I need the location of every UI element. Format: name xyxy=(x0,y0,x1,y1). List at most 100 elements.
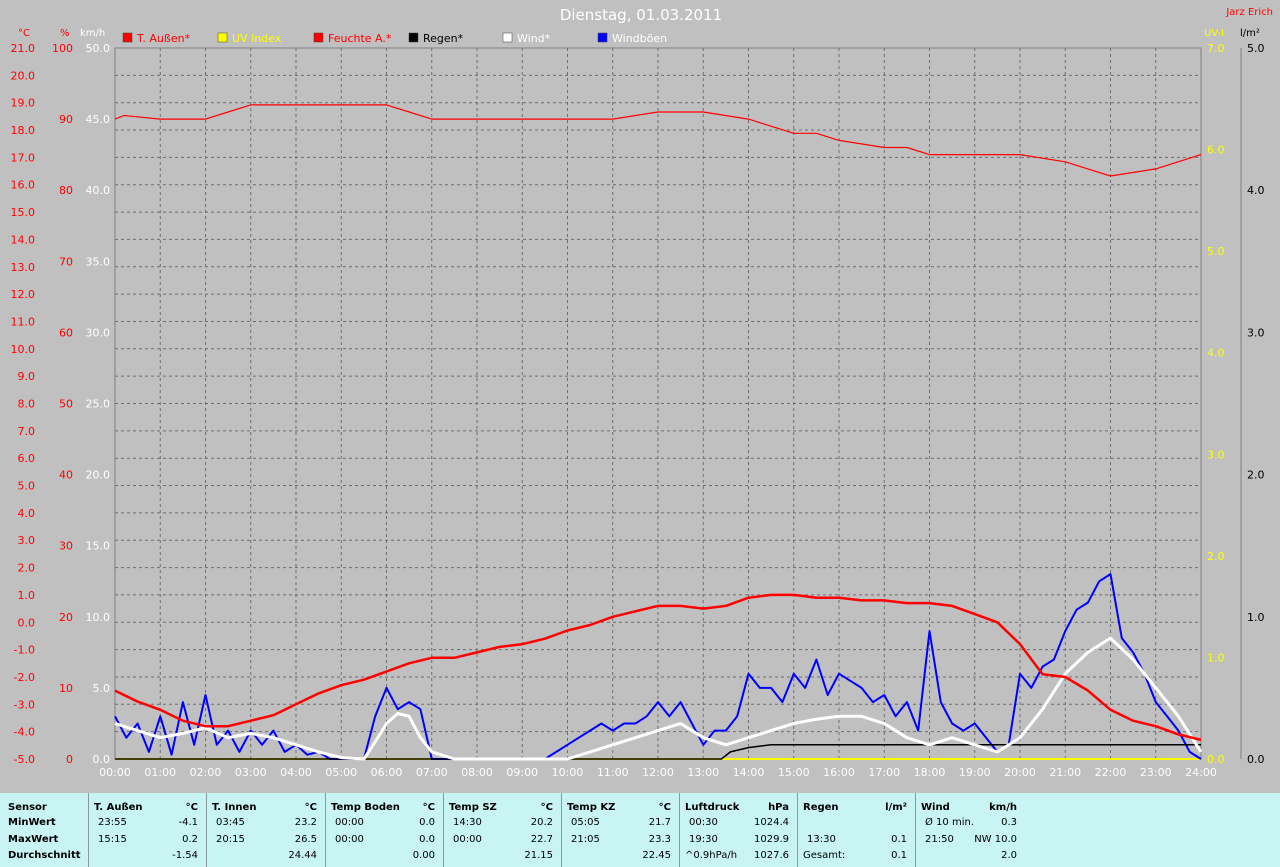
temp-tick: 19.0 xyxy=(11,97,36,110)
temp-tick: -5.0 xyxy=(14,753,35,766)
time-tick: 19:00 xyxy=(959,766,991,779)
rain-unit: l/m² xyxy=(1240,28,1260,39)
temp-tick: 7.0 xyxy=(18,425,36,438)
stats-max-time: 21:50 xyxy=(925,834,954,845)
temp-tick: 6.0 xyxy=(18,452,36,465)
stats-min-time: 05:05 xyxy=(571,817,600,828)
stats-avg-value: 0.1 xyxy=(891,850,907,861)
time-tick: 21:00 xyxy=(1049,766,1081,779)
temp-tick: 14.0 xyxy=(11,233,36,246)
stats-col-wind: Wind km/h Ø 10 min. 0.3 21:50 NW 10.0 2.0 xyxy=(915,793,1025,867)
legend-swatch xyxy=(217,32,228,43)
stats-max-time: 13:30 xyxy=(807,834,836,845)
legend-label: T. Außen* xyxy=(136,32,191,45)
rain-tick: 2.0 xyxy=(1247,469,1265,482)
legend-label: Regen* xyxy=(423,32,464,45)
temp-tick: 8.0 xyxy=(18,398,36,411)
stats-sensor: Sensor MinWert MaxWert Durchschnitt xyxy=(0,793,88,867)
time-tick: 12:00 xyxy=(642,766,674,779)
temp-tick: 17.0 xyxy=(11,151,36,164)
stats-col-unit: °C xyxy=(540,802,553,813)
temp-tick: 9.0 xyxy=(18,370,36,383)
time-tick: 09:00 xyxy=(506,766,538,779)
stats-col-unit: °C xyxy=(304,802,317,813)
temp-tick: -4.0 xyxy=(14,726,35,739)
stats-col-name: T. Außen xyxy=(94,802,143,813)
stats-col-unit: °C xyxy=(422,802,435,813)
stats-avg-value: -1.54 xyxy=(172,850,198,861)
uv-tick: 1.0 xyxy=(1207,651,1225,664)
rain-tick: 0.0 xyxy=(1247,753,1265,766)
temp-tick: -2.0 xyxy=(14,671,35,684)
stats-avg-value: 2.0 xyxy=(1001,850,1017,861)
temp-tick: 5.0 xyxy=(18,480,36,493)
stats-max-value: 1029.9 xyxy=(754,834,789,845)
temp-tick: 11.0 xyxy=(11,315,36,328)
stats-max-time: 21:05 xyxy=(571,834,600,845)
uv-tick: 4.0 xyxy=(1207,347,1225,360)
stats-min-time: 23:55 xyxy=(98,817,127,828)
temp-tick: 12.0 xyxy=(11,288,36,301)
temp-tick: 18.0 xyxy=(11,124,36,137)
stats-max-time: 19:30 xyxy=(689,834,718,845)
time-tick: 07:00 xyxy=(416,766,448,779)
stats-col-unit: hPa xyxy=(768,802,789,813)
stats-col-luftdruck: Luftdruck hPa 00:30 1024.4 19:30 1029.9 ^0.9hP… xyxy=(679,793,797,867)
stats-col-unit: °C xyxy=(185,802,198,813)
legend-swatch xyxy=(502,32,513,43)
stats-min-value: 0.3 xyxy=(1001,817,1017,828)
wind-tick: 10.0 xyxy=(86,611,111,624)
stats-row-avg: Durchschnitt xyxy=(8,850,81,861)
stats-max-value: 26.5 xyxy=(294,834,317,845)
stats-max-value: 0.2 xyxy=(182,834,198,845)
temp-tick: 16.0 xyxy=(11,179,36,192)
temp-unit: °C xyxy=(18,28,30,39)
stats-max-time: 00:00 xyxy=(453,834,482,845)
uv-tick: 6.0 xyxy=(1207,144,1225,157)
stats-min-time: 00:00 xyxy=(335,817,364,828)
hum-tick: 90 xyxy=(59,113,73,126)
stats-row-min: MinWert xyxy=(8,817,56,828)
stats-avg-value: 22.45 xyxy=(642,850,671,861)
stats-avg-label: Gesamt: xyxy=(803,850,846,861)
wind-tick: 20.0 xyxy=(86,469,111,482)
wind-tick: 0.0 xyxy=(93,753,111,766)
wind-tick: 15.0 xyxy=(86,540,111,553)
stats-min-value: 23.2 xyxy=(294,817,317,828)
stats-max-time: 00:00 xyxy=(335,834,364,845)
time-tick: 15:00 xyxy=(778,766,810,779)
stats-col-unit: km/h xyxy=(989,802,1017,813)
hum-tick: 50 xyxy=(59,398,73,411)
hum-tick: 30 xyxy=(59,540,73,553)
time-tick: 11:00 xyxy=(597,766,629,779)
stats-sensor-header: Sensor xyxy=(8,802,47,813)
time-tick: 13:00 xyxy=(687,766,719,779)
legend-label: Wind* xyxy=(517,32,551,45)
time-tick: 01:00 xyxy=(144,766,176,779)
legend-swatch xyxy=(122,32,133,43)
stats-col-regen: Regen l/m² 13:30 0.1 Gesamt: 0.1 xyxy=(797,793,915,867)
stats-avg-label: ^0.9hPa/h xyxy=(685,850,738,861)
temp-tick: 15.0 xyxy=(11,206,36,219)
time-tick: 24:00 xyxy=(1185,766,1217,779)
legend-swatch xyxy=(313,32,324,43)
stats-min-time: Ø 10 min. xyxy=(925,817,974,828)
temp-tick: 13.0 xyxy=(11,261,36,274)
stats-avg-value: 1027.6 xyxy=(754,850,789,861)
stats-col-name: Temp Boden xyxy=(331,802,400,813)
temp-tick: 21.0 xyxy=(11,42,36,55)
temp-tick: 3.0 xyxy=(18,534,36,547)
uv-tick: 3.0 xyxy=(1207,448,1225,461)
stats-col-temp-boden: Temp Boden °C 00:00 0.0 00:00 0.0 0.00 xyxy=(325,793,443,867)
hum-unit: % xyxy=(60,28,70,39)
uv-unit: UV-I xyxy=(1204,28,1224,39)
stats-max-time: 15:15 xyxy=(98,834,127,845)
stats-min-value: 21.7 xyxy=(648,817,671,828)
hum-tick: 80 xyxy=(59,184,73,197)
stats-max-time: 20:15 xyxy=(216,834,245,845)
stats-col-name: Luftdruck xyxy=(685,802,740,813)
stats-col-t-au-en: T. Außen °C 23:55 -4.1 15:15 0.2 -1.54 xyxy=(88,793,206,867)
hum-tick: 70 xyxy=(59,255,73,268)
time-tick: 16:00 xyxy=(823,766,855,779)
time-tick: 14:00 xyxy=(733,766,765,779)
